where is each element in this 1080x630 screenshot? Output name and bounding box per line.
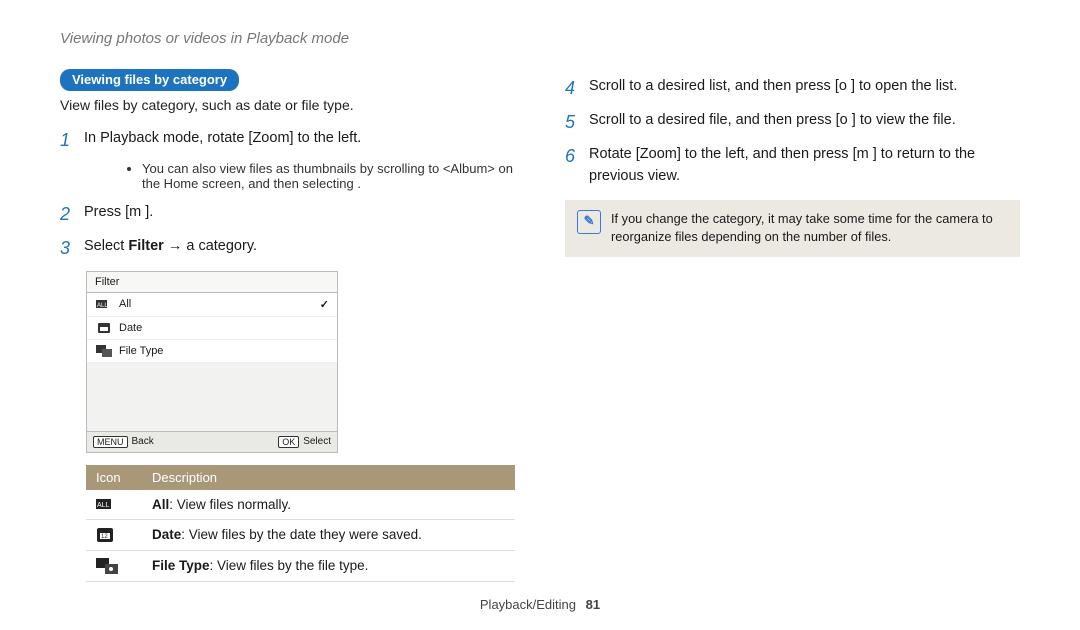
- calendar-icon: 12: [96, 527, 132, 543]
- filter-panel-body: [87, 363, 337, 431]
- all-icon: ALL: [96, 497, 132, 511]
- row-name: All: [152, 497, 169, 512]
- check-icon: ✓: [320, 298, 329, 311]
- filter-panel-footer: MENU Back OK Select: [87, 431, 337, 452]
- left-column: Viewing files by category View files by …: [60, 69, 515, 582]
- svg-text:ALL: ALL: [97, 303, 108, 309]
- menu-tag: MENU: [93, 436, 128, 448]
- ok-tag: OK: [278, 436, 299, 448]
- step-number: 1: [60, 127, 74, 155]
- step-3: 3 Select Filter → a category.: [60, 235, 515, 263]
- filter-row-label: File Type: [119, 345, 163, 357]
- step-text: Press [: [84, 204, 129, 220]
- filter-row-date[interactable]: Date: [87, 317, 337, 340]
- step-1: 1 In Playback mode, rotate [Zoom] to the…: [60, 127, 515, 155]
- step-number: 4: [565, 75, 579, 103]
- step-text: Scroll to a desired file, and then press…: [589, 112, 840, 128]
- table-row: 12 Date: View files by the date they wer…: [86, 519, 515, 550]
- topic-intro: View files by category, such as date or …: [60, 97, 515, 113]
- calendar-icon: [95, 322, 113, 334]
- step-text: ] to the left.: [290, 130, 362, 146]
- step-text: a category.: [186, 238, 257, 254]
- svg-text:ALL: ALL: [97, 502, 110, 509]
- topic-badge: Viewing files by category: [60, 69, 239, 91]
- key-label: Zoom: [252, 130, 289, 146]
- arrow-icon: →: [164, 238, 187, 254]
- row-desc: : View files by the date they were saved…: [181, 527, 422, 542]
- filter-row-label: Date: [119, 322, 142, 334]
- step-number: 6: [565, 143, 579, 188]
- right-column: 4 Scroll to a desired list, and then pre…: [565, 69, 1020, 582]
- row-name: File Type: [152, 558, 210, 573]
- select-label: Select: [303, 436, 331, 447]
- back-label: Back: [132, 436, 154, 447]
- step-text: ] to open the list.: [847, 78, 957, 94]
- step-text: ] to the left, and then press [: [677, 146, 857, 162]
- table-row: ALL All: View files normally.: [86, 490, 515, 520]
- row-name: Date: [152, 527, 181, 542]
- step-5: 5 Scroll to a desired file, and then pre…: [565, 109, 1020, 137]
- filter-panel-title: Filter: [87, 272, 337, 293]
- page-footer: Playback/Editing 81: [0, 597, 1080, 612]
- page-section-title: Viewing photos or videos in Playback mod…: [60, 30, 1020, 47]
- filetype-icon: [95, 345, 113, 357]
- key-label: m: [857, 146, 869, 162]
- row-desc: : View files by the file type.: [210, 558, 369, 573]
- key-label: o: [840, 112, 848, 128]
- step-number: 5: [565, 109, 579, 137]
- table-row: File Type: View files by the file type.: [86, 550, 515, 581]
- row-desc: : View files normally.: [169, 497, 291, 512]
- step-text: In Playback mode, rotate [: [84, 130, 252, 146]
- step-text: ] to view the file.: [848, 112, 956, 128]
- key-label: Zoom: [640, 146, 677, 162]
- filetype-icon: [96, 558, 132, 574]
- step-4: 4 Scroll to a desired list, and then pre…: [565, 75, 1020, 103]
- note-text: If you change the category, it may take …: [611, 210, 1008, 247]
- filter-row-filetype[interactable]: File Type: [87, 340, 337, 363]
- step-number: 2: [60, 201, 74, 229]
- filter-row-label: All: [119, 298, 131, 310]
- step-text: Select: [84, 238, 128, 254]
- icon-description-table: Icon Description ALL All: View files nor…: [86, 465, 515, 582]
- step-1-note: You can also view files as thumbnails by…: [88, 161, 515, 191]
- step-6: 6 Rotate [Zoom] to the left, and then pr…: [565, 143, 1020, 188]
- footer-section: Playback/Editing: [480, 597, 576, 612]
- svg-text:12: 12: [101, 534, 108, 540]
- footer-page-number: 81: [586, 597, 600, 612]
- step-number: 3: [60, 235, 74, 263]
- step-text: ].: [141, 204, 153, 220]
- step-text: Scroll to a desired list, and then press…: [589, 78, 839, 94]
- step-2: 2 Press [m ].: [60, 201, 515, 229]
- key-label: o: [839, 78, 847, 94]
- note-box: ✎ If you change the category, it may tak…: [565, 200, 1020, 257]
- note-icon: ✎: [577, 210, 601, 234]
- filter-panel: Filter ALL All ✓ Date File Type MENU: [86, 271, 338, 453]
- sub-bullet-text: You can also view files as thumbnails by…: [142, 161, 515, 191]
- th-desc: Description: [142, 465, 515, 490]
- filter-row-all[interactable]: ALL All ✓: [87, 293, 337, 317]
- step-text: Rotate [: [589, 146, 640, 162]
- th-icon: Icon: [86, 465, 142, 490]
- key-label: m: [129, 204, 141, 220]
- menu-name: Filter: [128, 238, 163, 254]
- all-icon: ALL: [95, 298, 113, 310]
